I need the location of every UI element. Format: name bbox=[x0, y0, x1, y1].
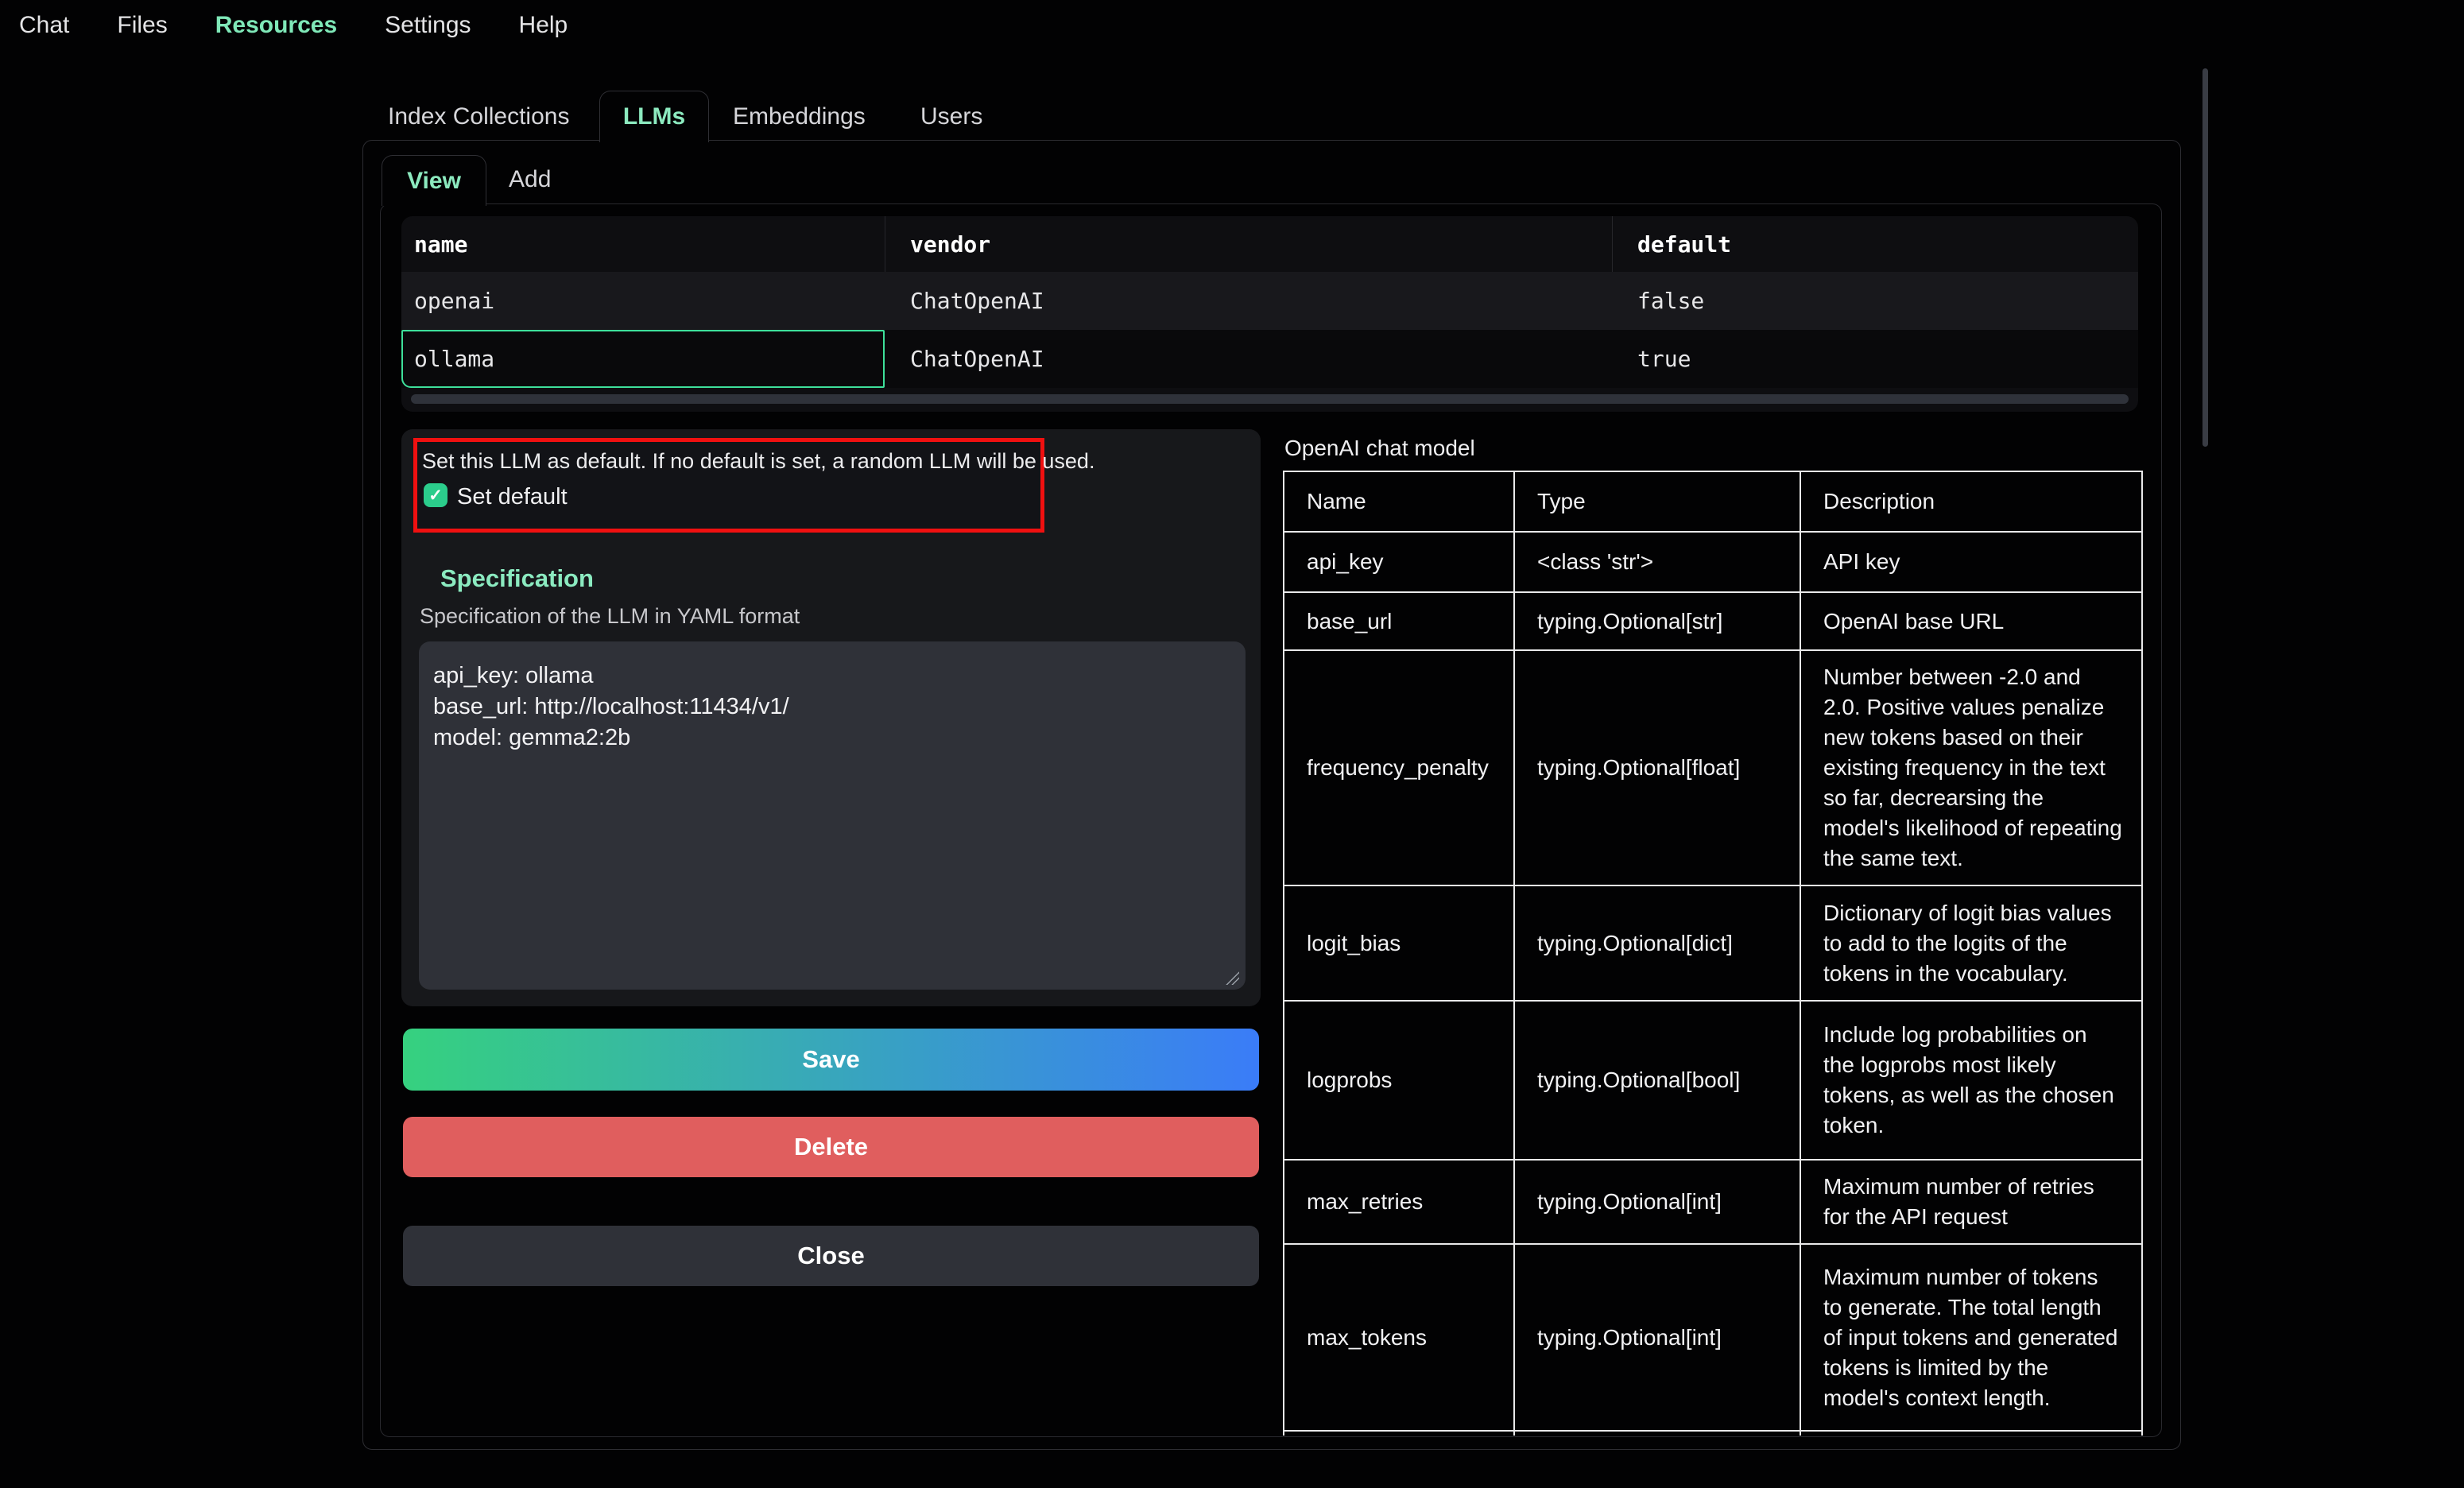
doc-cell-type: typing.Optional[bool] bbox=[1514, 1001, 1800, 1160]
doc-row-base-url: base_url typing.Optional[str] OpenAI bas… bbox=[1284, 592, 2142, 650]
header-name: name bbox=[414, 231, 467, 258]
horizontal-scrollbar[interactable] bbox=[411, 394, 2129, 404]
nav-item-files[interactable]: Files bbox=[117, 8, 167, 43]
cell-vendor: ChatOpenAI bbox=[910, 346, 1044, 372]
doc-header-type: Type bbox=[1514, 471, 1800, 532]
doc-row-frequency-penalty: frequency_penalty typing.Optional[float]… bbox=[1284, 650, 2142, 885]
tab-users[interactable]: Users bbox=[920, 102, 982, 132]
set-default-label: Set default bbox=[457, 484, 568, 510]
doc-cell-desc: Maximum number of retries for the API re… bbox=[1800, 1160, 2142, 1244]
doc-cell-name bbox=[1284, 1431, 1514, 1436]
nav-item-chat[interactable]: Chat bbox=[19, 8, 69, 43]
tab-llms-label: LLMs bbox=[623, 103, 685, 130]
doc-cell-type: typing.Optional[int] bbox=[1514, 1160, 1800, 1244]
doc-cell-type: <class 'str'> bbox=[1514, 532, 1800, 592]
cell-default: false bbox=[1637, 288, 1704, 314]
doc-cell-type: typing.Optional[str] bbox=[1514, 592, 1800, 650]
subtab-view[interactable]: View bbox=[382, 155, 486, 206]
tab-embeddings[interactable]: Embeddings bbox=[733, 102, 866, 132]
doc-row-logprobs: logprobs typing.Optional[bool] Include l… bbox=[1284, 1001, 2142, 1160]
cell-vendor: ChatOpenAI bbox=[910, 288, 1044, 314]
specification-subtitle: Specification of the LLM in YAML format bbox=[420, 604, 800, 629]
selected-cell-outline bbox=[401, 330, 885, 388]
set-default-checkbox[interactable]: ✓ bbox=[424, 483, 447, 507]
vertical-scrollbar[interactable] bbox=[2202, 68, 2208, 447]
nav-item-settings[interactable]: Settings bbox=[385, 8, 471, 43]
header-vendor: vendor bbox=[910, 231, 990, 258]
doc-cell-desc: Number between -2.0 and 2.0. Positive va… bbox=[1800, 650, 2142, 885]
doc-cell-type: typing.Optional[dict] bbox=[1514, 885, 1800, 1001]
doc-cell-name: max_tokens bbox=[1284, 1244, 1514, 1431]
llm-table-header: name vendor default bbox=[401, 216, 2138, 272]
set-default-note: Set this LLM as default. If no default i… bbox=[422, 449, 1094, 474]
llm-detail-panel: Set this LLM as default. If no default i… bbox=[401, 429, 1261, 1006]
doc-cell-desc: Dictionary of logit bias values to add t… bbox=[1800, 885, 2142, 1001]
doc-cell-desc: Include log probabilities on the logprob… bbox=[1800, 1001, 2142, 1160]
doc-cell-name: frequency_penalty bbox=[1284, 650, 1514, 885]
nav-item-resources[interactable]: Resources bbox=[215, 8, 337, 43]
app-window: Chat Files Resources Settings Help Index… bbox=[0, 0, 2464, 1488]
model-doc-title: OpenAI chat model bbox=[1284, 436, 1475, 461]
doc-cell-type bbox=[1514, 1431, 1800, 1436]
doc-cell-desc bbox=[1800, 1431, 2142, 1436]
cell-name: openai bbox=[414, 288, 494, 314]
resize-grip-icon[interactable] bbox=[1223, 969, 1239, 985]
doc-cell-desc: API key bbox=[1800, 532, 2142, 592]
table-row-openai[interactable]: openai ChatOpenAI false bbox=[401, 272, 2138, 330]
doc-row-logit-bias: logit_bias typing.Optional[dict] Diction… bbox=[1284, 885, 2142, 1001]
doc-cell-desc: Maximum number of tokens to generate. Th… bbox=[1800, 1244, 2142, 1431]
doc-cell-name: base_url bbox=[1284, 592, 1514, 650]
doc-row-api-key: api_key <class 'str'> API key bbox=[1284, 532, 2142, 592]
llm-list-table: name vendor default openai ChatOpenAI fa… bbox=[401, 216, 2138, 412]
checkmark-icon: ✓ bbox=[428, 486, 443, 506]
top-nav: Chat Files Resources Settings Help bbox=[19, 8, 568, 43]
doc-header-row: Name Type Description bbox=[1284, 471, 2142, 532]
tab-llms[interactable]: LLMs bbox=[599, 91, 709, 142]
doc-cell-name: logit_bias bbox=[1284, 885, 1514, 1001]
doc-cell-type: typing.Optional[int] bbox=[1514, 1244, 1800, 1431]
doc-header-name: Name bbox=[1284, 471, 1514, 532]
yaml-line: api_key: ollama bbox=[433, 661, 1230, 692]
tab-index-collections[interactable]: Index Collections bbox=[388, 102, 569, 132]
close-button[interactable]: Close bbox=[403, 1226, 1259, 1286]
doc-cell-name: max_retries bbox=[1284, 1160, 1514, 1244]
header-default: default bbox=[1637, 231, 1731, 258]
delete-button[interactable]: Delete bbox=[403, 1117, 1259, 1177]
doc-cell-desc: OpenAI base URL bbox=[1800, 592, 2142, 650]
yaml-line: base_url: http://localhost:11434/v1/ bbox=[433, 692, 1230, 723]
doc-cell-name: api_key bbox=[1284, 532, 1514, 592]
model-doc-table: Name Type Description api_key <class 'st… bbox=[1283, 471, 2144, 1436]
cell-default: true bbox=[1637, 346, 1691, 372]
doc-row-max-tokens: max_tokens typing.Optional[int] Maximum … bbox=[1284, 1244, 2142, 1431]
doc-row-partial bbox=[1284, 1431, 2142, 1436]
yaml-spec-textarea[interactable]: api_key: ollama base_url: http://localho… bbox=[419, 641, 1246, 990]
yaml-line: model: gemma2:2b bbox=[433, 723, 1230, 754]
set-default-highlight: Set this LLM as default. If no default i… bbox=[413, 438, 1044, 533]
save-button[interactable]: Save bbox=[403, 1029, 1259, 1091]
subtab-add[interactable]: Add bbox=[509, 165, 551, 195]
doc-row-max-retries: max_retries typing.Optional[int] Maximum… bbox=[1284, 1160, 2142, 1244]
doc-cell-type: typing.Optional[float] bbox=[1514, 650, 1800, 885]
doc-header-description: Description bbox=[1800, 471, 2142, 532]
specification-title: Specification bbox=[440, 564, 594, 593]
nav-item-help[interactable]: Help bbox=[519, 8, 568, 43]
doc-cell-name: logprobs bbox=[1284, 1001, 1514, 1160]
subtab-view-label: View bbox=[407, 168, 461, 195]
